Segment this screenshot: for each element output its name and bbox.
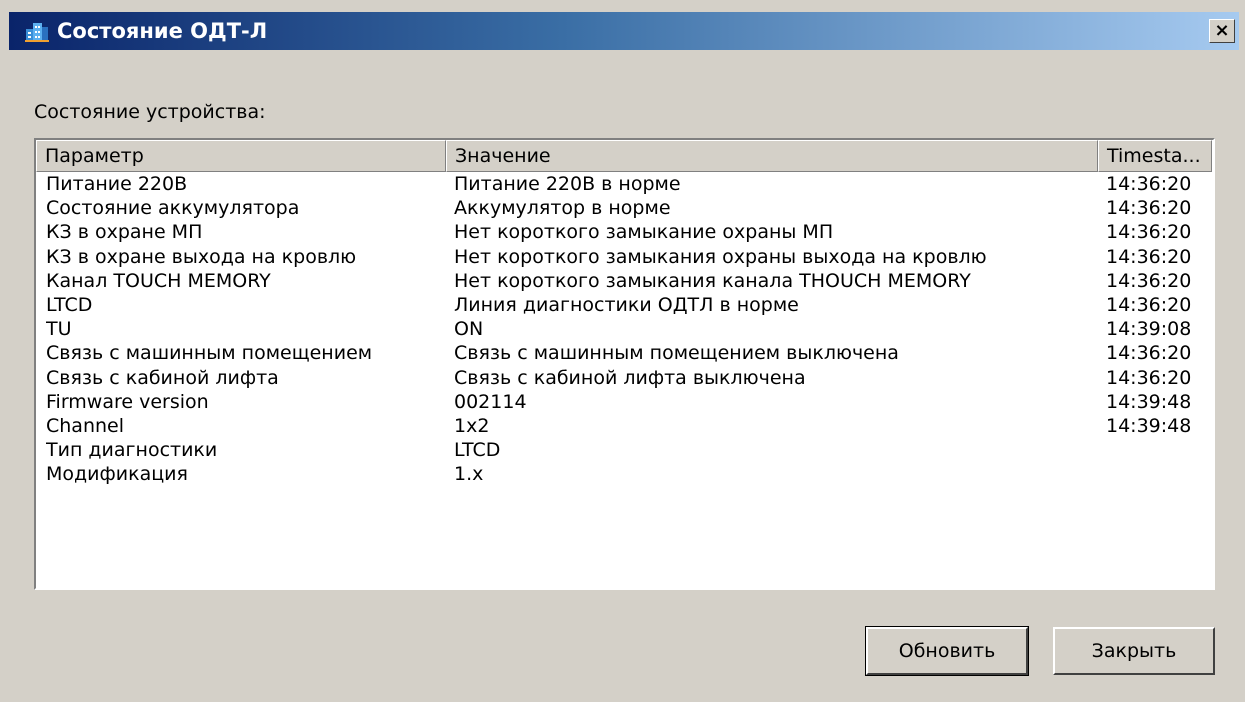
cell-value: Аккумулятор в норме <box>454 197 671 220</box>
cell-parameter: Состояние аккумулятора <box>46 197 300 220</box>
cell-timestamp: 14:36:20 <box>1106 293 1192 316</box>
title-bar[interactable]: Состояние ОДТ-Л × <box>9 12 1239 50</box>
cell-value: 1x2 <box>454 414 490 437</box>
cell-value: 1.x <box>454 463 484 486</box>
cell-timestamp: 14:36:20 <box>1106 173 1192 195</box>
close-glyph: × <box>1214 20 1230 41</box>
cell-parameter: КЗ в охране МП <box>46 221 203 244</box>
column-header-value[interactable]: Значение <box>446 140 1098 172</box>
cell-timestamp: 14:36:20 <box>1106 342 1192 365</box>
column-header-parameter[interactable]: Параметр <box>36 140 446 172</box>
list-item[interactable]: Модификация 1.x <box>36 462 1213 486</box>
cell-timestamp: 14:39:48 <box>1106 414 1192 437</box>
cell-parameter: LTCD <box>46 293 93 316</box>
cell-timestamp: 14:36:20 <box>1106 366 1192 389</box>
close-icon[interactable]: × <box>1209 19 1235 43</box>
list-item[interactable]: Состояние аккумулятора Аккумулятор в норм… <box>36 196 1213 220</box>
list-header: Параметр Значение Timesta... <box>36 140 1213 172</box>
list-item[interactable]: Канал TOUCH MEMORY Нет короткого замыкани… <box>36 269 1213 293</box>
cell-value: Нет короткого замыкания охраны выхода на… <box>454 245 987 268</box>
cell-parameter: Питание 220В <box>46 173 188 195</box>
cell-parameter: Firmware version <box>46 390 209 413</box>
cell-timestamp: 14:36:20 <box>1106 221 1192 244</box>
cell-value: Нет короткого замыкание охраны МП <box>454 221 834 244</box>
list-item[interactable]: Связь с машинным помещением Связь с машин… <box>36 341 1213 365</box>
cell-value: Связь с машинным помещением выключена <box>454 342 899 365</box>
cell-parameter: Модификация <box>46 463 188 486</box>
column-header-timestamp[interactable]: Timesta... <box>1098 140 1212 172</box>
status-list[interactable]: Параметр Значение Timesta... Питание 220… <box>34 138 1215 590</box>
list-item[interactable]: LTCD Линия диагностики ОДТЛ в норме 14:36:… <box>36 293 1213 317</box>
dialog-window: Состояние ОДТ-Л × Состояние устройства: … <box>0 0 1245 702</box>
cell-value: Линия диагностики ОДТЛ в норме <box>454 293 799 316</box>
refresh-button[interactable]: Обновить <box>865 626 1029 676</box>
cell-parameter: Канал TOUCH MEMORY <box>46 269 271 292</box>
cell-value: Нет короткого замыкания канала THOUCH ME… <box>454 269 971 292</box>
list-item[interactable]: Firmware version 002114 14:39:48 <box>36 390 1213 414</box>
cell-parameter: КЗ в охране выхода на кровлю <box>46 245 357 268</box>
window-title: Состояние ОДТ-Л <box>57 19 268 43</box>
cell-value: 002114 <box>454 390 527 413</box>
cell-value: ON <box>454 318 484 341</box>
cell-value: Связь с кабиной лифта выключена <box>454 366 806 389</box>
cell-parameter: Связь с кабиной лифта <box>46 366 279 389</box>
list-item[interactable]: TU ON 14:39:08 <box>36 317 1213 341</box>
cell-timestamp: 14:36:20 <box>1106 197 1192 220</box>
list-item[interactable]: Channel 1x2 14:39:48 <box>36 414 1213 438</box>
cell-value: LTCD <box>454 439 501 462</box>
cell-parameter: Тип диагностики <box>46 439 218 462</box>
cell-timestamp: 14:36:20 <box>1106 269 1192 292</box>
cell-timestamp: 14:36:20 <box>1106 245 1192 268</box>
building-icon <box>25 23 49 42</box>
list-item[interactable]: КЗ в охране выхода на кровлю Нет коротког… <box>36 245 1213 269</box>
cell-timestamp: 14:39:48 <box>1106 390 1192 413</box>
list-item[interactable]: КЗ в охране МП Нет короткого замыкание ох… <box>36 220 1213 244</box>
cell-parameter: Channel <box>46 414 125 437</box>
list-rows: Питание 220В Питание 220В в норме 14:36:20… <box>36 172 1213 486</box>
list-item[interactable]: Питание 220В Питание 220В в норме 14:36:20 <box>36 172 1213 196</box>
list-item[interactable]: Связь с кабиной лифта Связь с кабиной лиф… <box>36 366 1213 390</box>
cell-parameter: TU <box>46 318 72 341</box>
close-button[interactable]: Закрыть <box>1053 627 1215 675</box>
cell-value: Питание 220В в норме <box>454 173 681 195</box>
list-item[interactable]: Тип диагностики LTCD <box>36 438 1213 462</box>
cell-timestamp: 14:39:08 <box>1106 318 1192 341</box>
device-status-label: Состояние устройства: <box>34 101 266 123</box>
cell-parameter: Связь с машинным помещением <box>46 342 373 365</box>
